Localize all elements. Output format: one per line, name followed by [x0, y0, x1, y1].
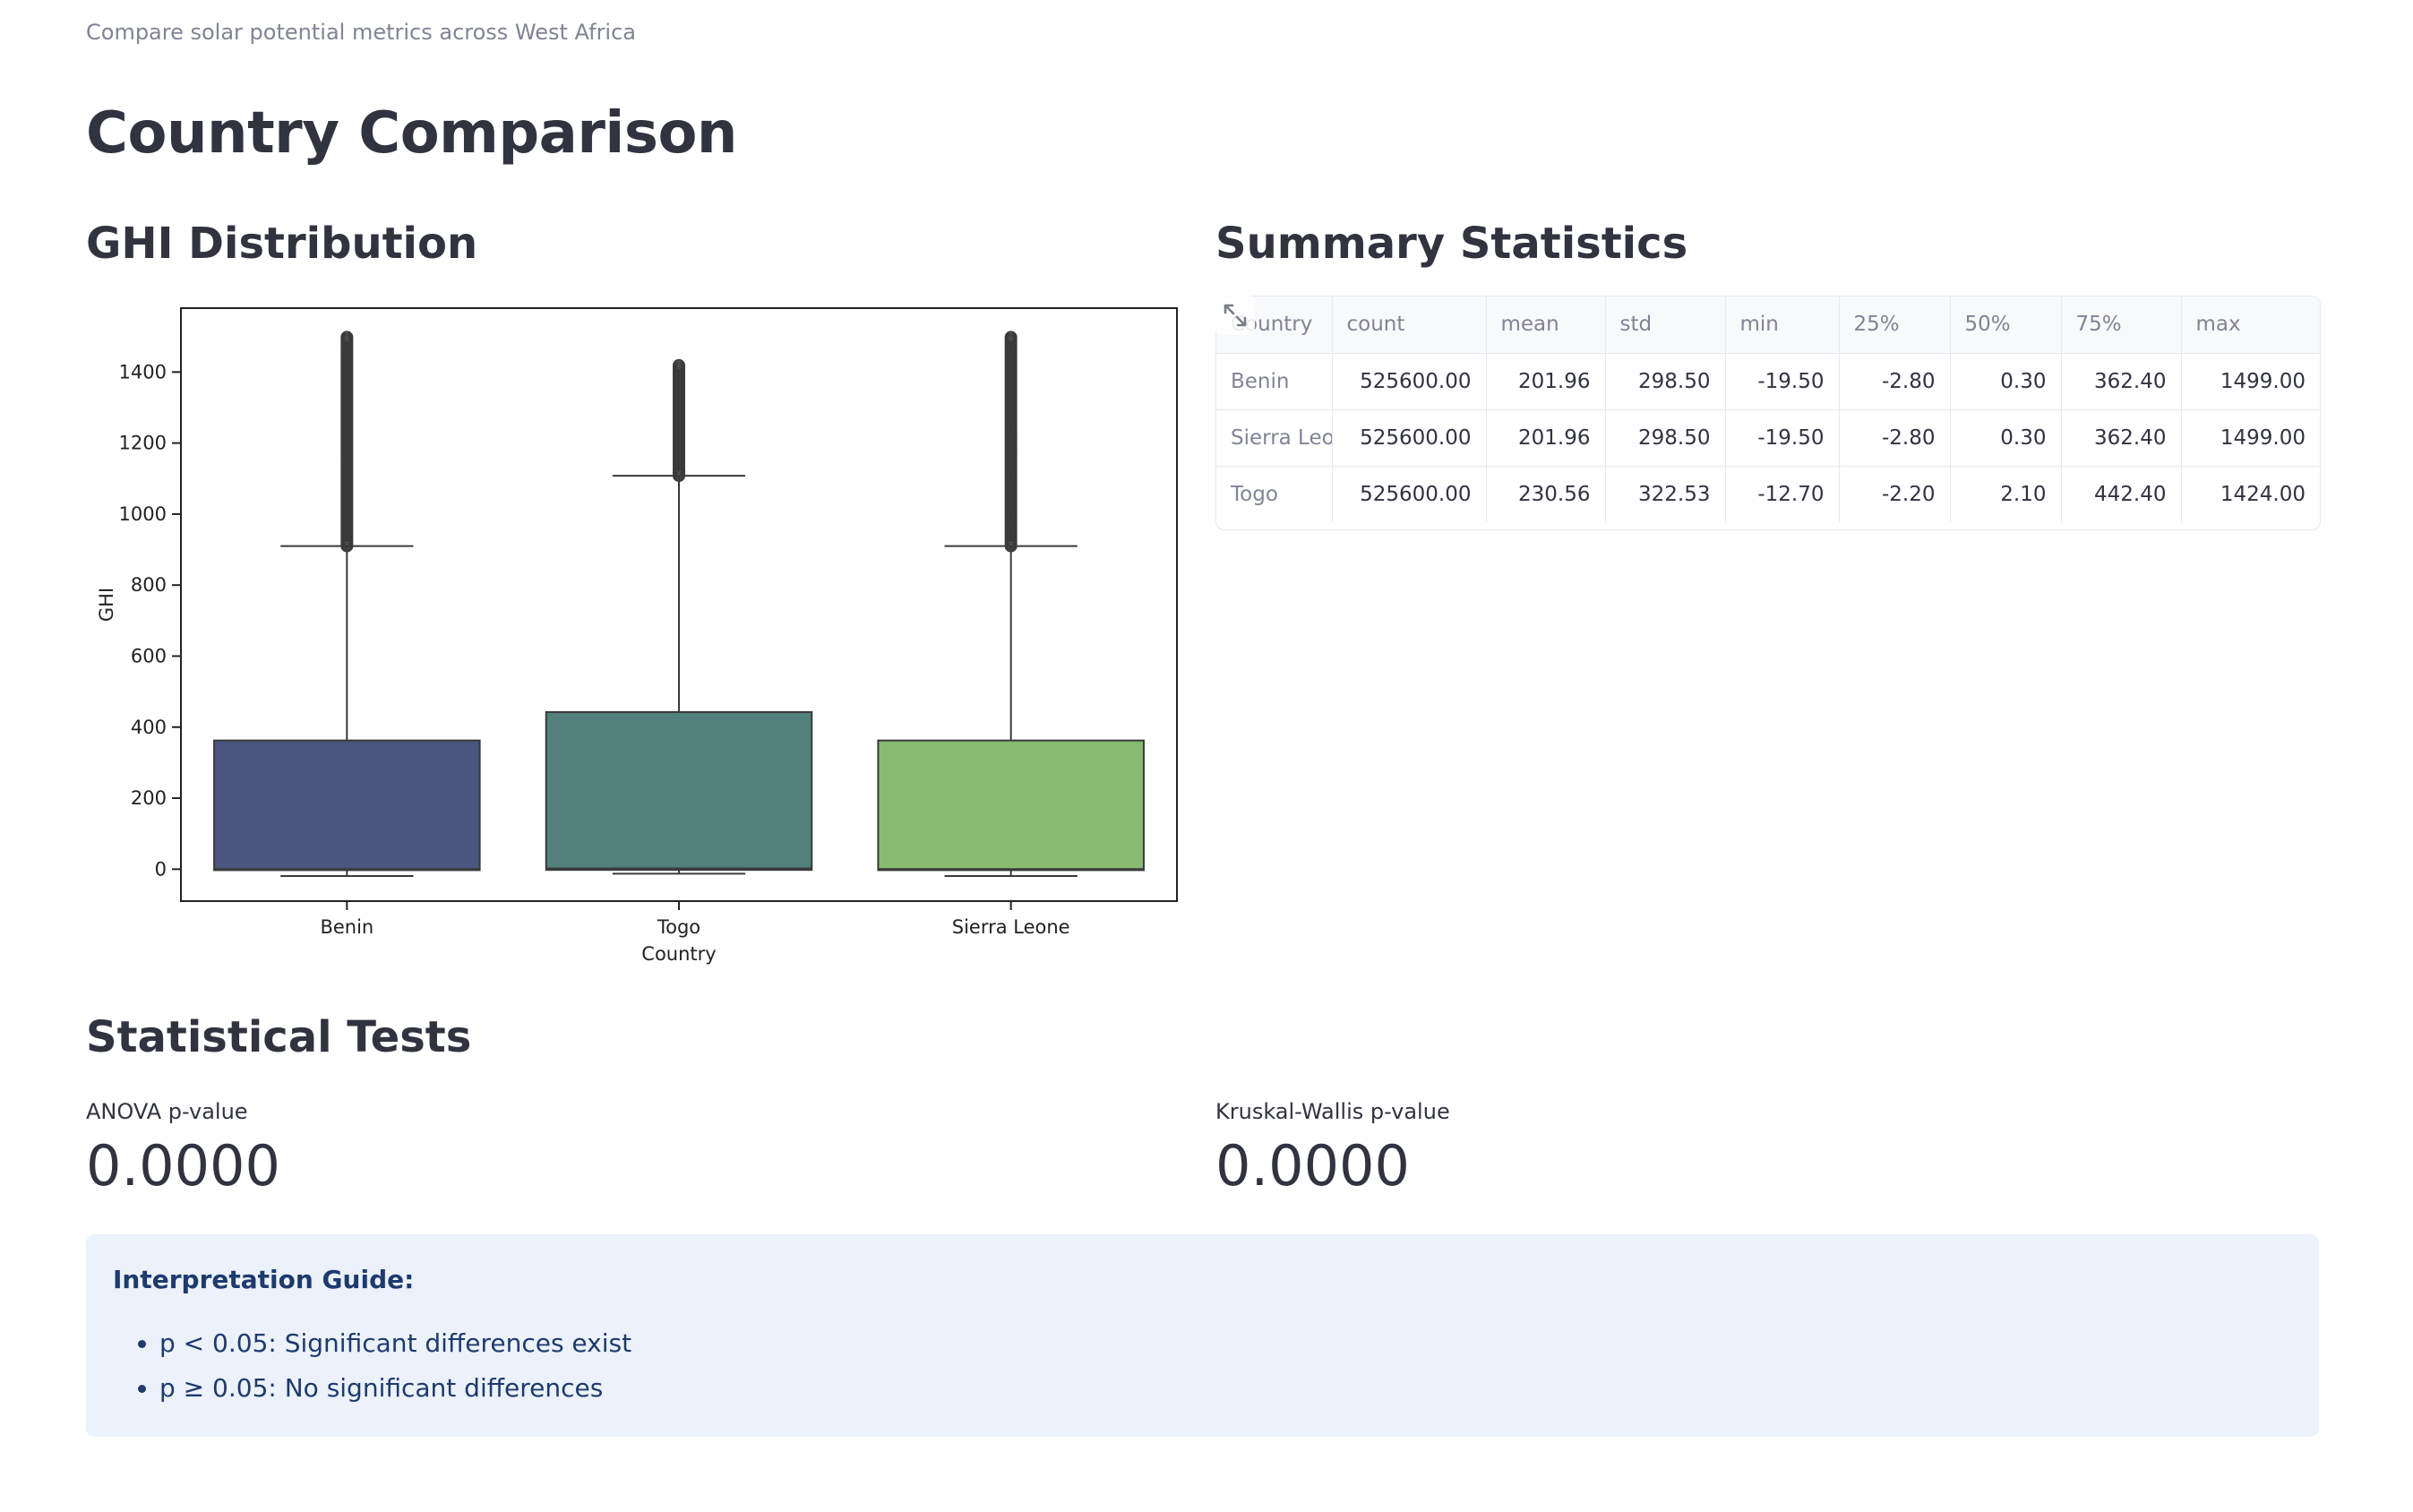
table-cell[interactable]: -2.20 [1839, 466, 1951, 522]
interpretation-guide-title: Interpretation Guide: [113, 1265, 415, 1294]
y-tick-label: 800 [131, 574, 167, 596]
box-benin [213, 739, 481, 872]
box-sierra-leone [877, 739, 1145, 872]
y-tick-label: 1000 [119, 503, 167, 525]
y-tick-label: 200 [131, 787, 167, 809]
summary-stats-table[interactable]: Country count mean std min 25% 50% 75% m… [1215, 296, 2321, 530]
table-cell[interactable]: -19.50 [1725, 353, 1840, 410]
table-cell[interactable]: 201.96 [1486, 353, 1606, 410]
x-tick-label: Benin [320, 916, 374, 938]
y-tick-label: 400 [131, 717, 167, 738]
table-cell[interactable]: 201.96 [1486, 409, 1606, 467]
column-header[interactable]: max [2181, 296, 2320, 354]
table-cell[interactable]: 322.53 [1605, 466, 1726, 522]
x-axis-label: Country [641, 943, 716, 965]
table-cell[interactable]: 525600.00 [1332, 466, 1487, 522]
column-header[interactable]: mean [1486, 296, 1606, 354]
y-tick-label: 1200 [119, 433, 167, 454]
y-tick-label: 1400 [119, 361, 167, 382]
kruskal-metric-value: 0.0000 [1215, 1133, 1410, 1198]
y-tick-label: 600 [131, 645, 167, 666]
x-tick-label: Sierra Leone [952, 916, 1070, 938]
column-header[interactable]: count [1332, 296, 1487, 354]
column-header[interactable]: std [1605, 296, 1726, 354]
anova-metric-label: ANOVA p-value [86, 1099, 248, 1124]
summary-section-title: Summary Statistics [1215, 219, 1688, 269]
table-cell[interactable]: 298.50 [1605, 409, 1726, 467]
ghi-boxplot: 0 200 400 600 800 1000 1200 1400 GHI Benin Togo Sie… [86, 296, 1197, 976]
table-row: Togo 525600.00 230.56 322.53 -12.70 -2.2… [1216, 466, 2320, 522]
table-cell[interactable]: 525600.00 [1332, 353, 1487, 410]
list-item: p < 0.05: Significant differences exist [159, 1321, 2292, 1366]
table-header-row: Country count mean std min 25% 50% 75% m… [1216, 296, 2320, 354]
expand-table-button[interactable] [1215, 296, 1255, 335]
table-row: Sierra Leone 525600.00 201.96 298.50 -19… [1216, 409, 2320, 467]
table-cell[interactable]: 525600.00 [1332, 409, 1487, 467]
table-cell[interactable]: -2.80 [1839, 409, 1951, 467]
table-cell[interactable]: 0.30 [1950, 353, 2062, 410]
summary-table: Country count mean std min 25% 50% 75% m… [1216, 296, 2320, 522]
table-cell[interactable]: 1499.00 [2181, 353, 2320, 410]
ghi-boxplot-svg: 0 200 400 600 800 1000 1200 1400 GHI Benin Togo Sie… [96, 307, 1178, 965]
table-cell[interactable]: 1424.00 [2181, 466, 2320, 522]
distribution-section-title: GHI Distribution [86, 219, 478, 269]
table-cell[interactable]: Togo [1216, 466, 1333, 522]
table-cell[interactable]: 0.30 [1950, 409, 2062, 467]
column-header[interactable]: 50% [1950, 296, 2062, 354]
box-togo [545, 710, 813, 872]
table-cell[interactable]: 298.50 [1605, 353, 1726, 410]
table-cell[interactable]: -2.80 [1839, 353, 1951, 410]
kruskal-metric-label: Kruskal-Wallis p-value [1215, 1099, 1450, 1124]
table-cell[interactable]: 1499.00 [2181, 409, 2320, 467]
table-cell[interactable]: -12.70 [1725, 466, 1840, 522]
column-header[interactable]: min [1725, 296, 1840, 354]
interpretation-guide-box: Interpretation Guide: p < 0.05: Signific… [86, 1234, 2319, 1437]
list-item: p ≥ 0.05: No significant differences [159, 1366, 2292, 1411]
table-row: Benin 525600.00 201.96 298.50 -19.50 -2.… [1216, 353, 2320, 410]
anova-metric-value: 0.0000 [86, 1133, 280, 1198]
column-header[interactable]: 25% [1839, 296, 1951, 354]
tests-section-title: Statistical Tests [86, 1012, 472, 1062]
table-cell[interactable]: -19.50 [1725, 409, 1840, 467]
y-tick-label: 0 [155, 858, 167, 880]
page-caption: Compare solar potential metrics across W… [86, 20, 637, 45]
table-cell[interactable]: 2.10 [1950, 466, 2062, 522]
table-cell[interactable]: 442.40 [2061, 466, 2182, 522]
page-title: Country Comparison [86, 100, 737, 167]
column-header[interactable]: 75% [2061, 296, 2182, 354]
x-tick-label: Togo [657, 916, 700, 938]
table-cell[interactable]: 230.56 [1486, 466, 1606, 522]
table-cell[interactable]: Benin [1216, 353, 1333, 410]
expand-icon [1224, 304, 1247, 327]
table-cell[interactable]: 362.40 [2061, 353, 2182, 410]
y-axis-label: GHI [96, 588, 117, 622]
table-cell[interactable]: Sierra Leone [1216, 409, 1333, 467]
table-cell[interactable]: 362.40 [2061, 409, 2182, 467]
interpretation-guide-list: p < 0.05: Significant differences exist … [113, 1321, 2292, 1411]
